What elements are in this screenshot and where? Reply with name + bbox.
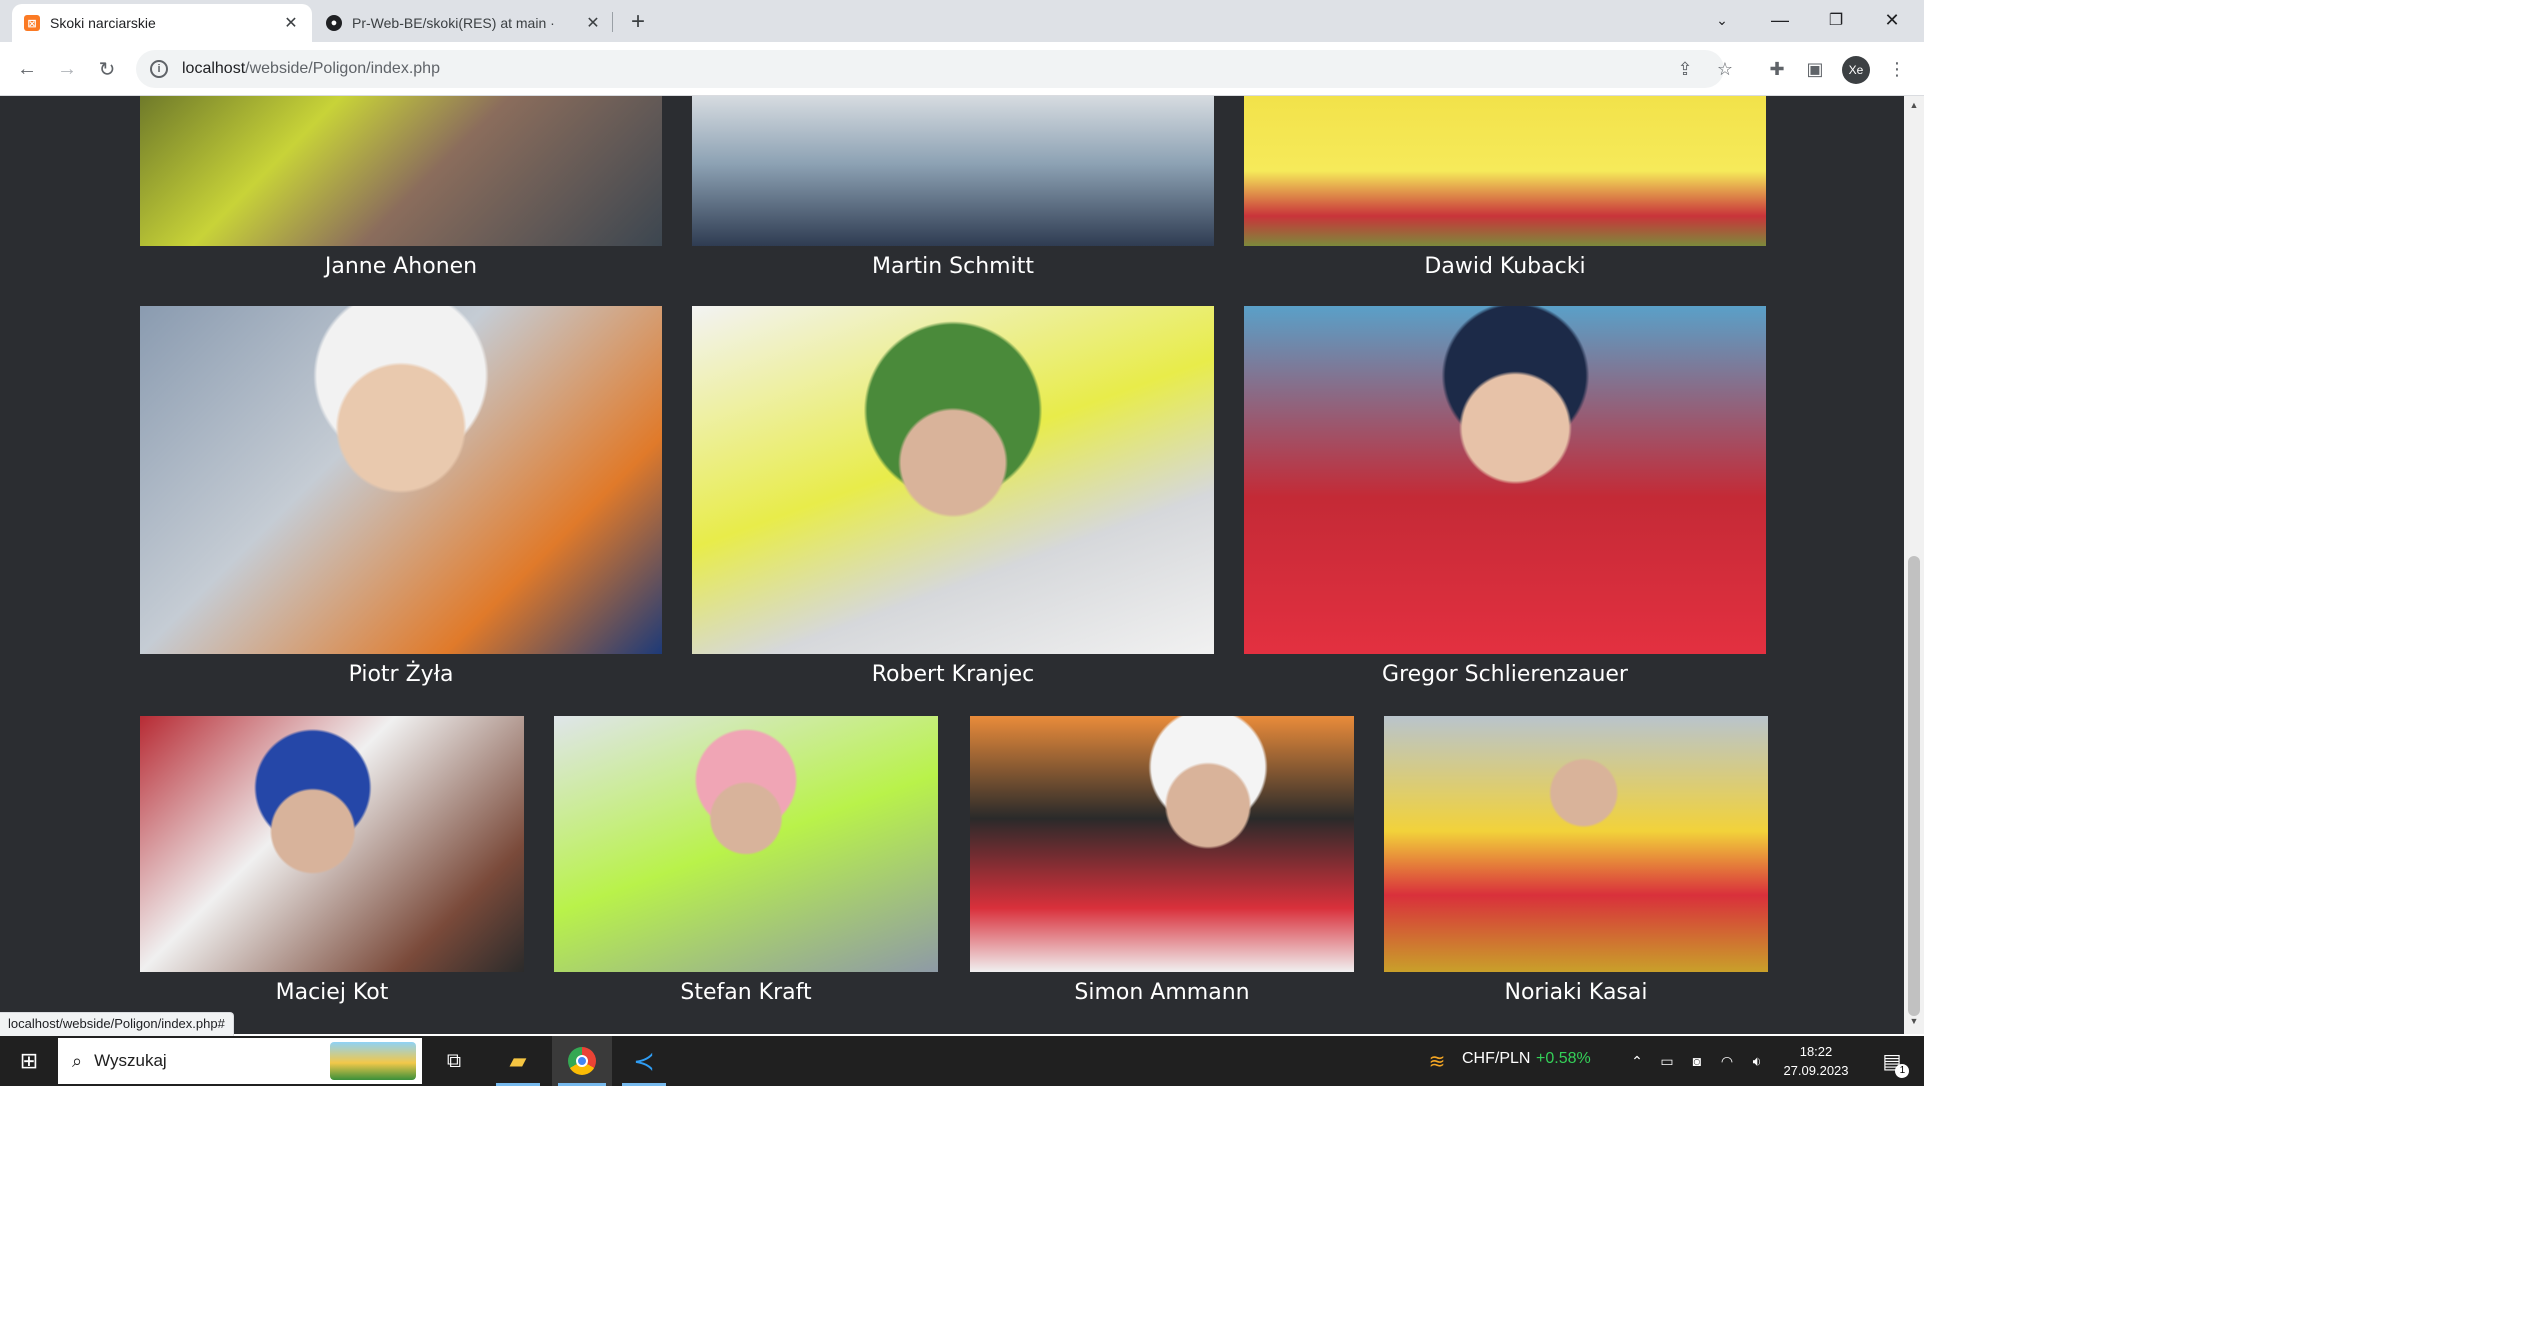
jumper-name: Janne Ahonen [324,254,478,279]
tab-search-chevron-icon[interactable]: ⌄ [1694,0,1750,40]
link-status-bubble: localhost/webside/Poligon/index.php# [0,1012,234,1036]
jumper-name: Robert Kranjec [871,662,1035,687]
forward-button[interactable]: → [52,54,82,84]
site-info-icon[interactable]: i [150,60,168,78]
bookmark-star-icon[interactable]: ☆ [1712,56,1738,82]
minimize-button[interactable]: — [1752,0,1808,40]
jumper-card[interactable]: Dawid Kubacki [1244,96,1766,296]
tab-title: Pr-Web-BE/skoki(RES) at main · [352,15,555,31]
wifi-icon[interactable]: ◠ [1714,1036,1740,1086]
jumper-card[interactable]: Stefan Kraft [554,716,938,1016]
screen: ⊠ Skoki narciarskie ✕ ● Pr-Web-BE/skoki(… [0,0,1924,1086]
jumper-card[interactable]: Maciej Kot [140,716,524,1016]
jumper-card[interactable]: Robert Kranjec [692,306,1214,687]
profile-avatar[interactable]: Xe [1842,56,1870,84]
new-tab-button[interactable]: + [624,8,652,36]
jumper-photo [970,716,1354,972]
close-window-button[interactable]: ✕ [1864,0,1920,40]
page-content: Janne Ahonen Martin Schmitt Dawid Kuback… [0,96,1904,1034]
tab-github[interactable]: ● Pr-Web-BE/skoki(RES) at main · ✕ [314,4,614,42]
jumper-photo [1384,716,1768,972]
file-explorer-icon[interactable]: ▰ [490,1036,546,1086]
system-clock[interactable]: 18:22 27.09.2023 [1776,1042,1856,1080]
tab-title: Skoki narciarskie [50,15,156,31]
jumper-card[interactable]: Piotr Żyła [140,306,662,687]
running-indicator [496,1083,540,1086]
scroll-thumb[interactable] [1908,556,1920,1016]
volume-icon[interactable]: 🔉︎ [1744,1036,1770,1086]
windows-taskbar: ⊞ ⌕ Wyszukaj ⧉ ▰ ≺ ≋ CHF/PLN +0.58% ⌃ ▭ … [0,1036,1924,1086]
chrome-icon [568,1047,596,1075]
jumper-photo [140,716,524,972]
jumper-name: Dawid Kubacki [1424,254,1586,279]
task-view-icon[interactable]: ⧉ [430,1036,478,1086]
jumper-card[interactable]: Gregor Schlierenzauer [1244,306,1766,687]
tab-strip: ⊠ Skoki narciarskie ✕ ● Pr-Web-BE/skoki(… [0,0,1924,42]
jumper-name: Noriaki Kasai [1504,980,1648,1005]
search-highlight-image [330,1042,416,1080]
clock-time: 18:22 [1799,1044,1833,1059]
side-panel-icon[interactable]: ▣ [1802,56,1828,82]
jumper-name: Simon Ammann [1074,980,1250,1005]
jumper-name: Stefan Kraft [680,980,812,1005]
vscode-icon[interactable]: ≺ [616,1036,672,1086]
battery-icon[interactable]: ▭ [1654,1036,1680,1086]
browser-toolbar: ← → ↻ i localhost/webside/Poligon/index.… [0,42,1924,96]
jumper-card[interactable]: Janne Ahonen [140,96,662,296]
page-scrollbar[interactable]: ▲ ▼ [1904,96,1924,1034]
jumper-name: Martin Schmitt [872,254,1034,279]
extensions-puzzle-icon[interactable]: ✚ [1764,56,1790,82]
jumper-photo [554,716,938,972]
search-icon: ⌕ [72,1050,83,1071]
share-icon[interactable]: ⇪ [1672,56,1698,82]
jumper-photo [1244,306,1766,654]
back-button[interactable]: ← [12,54,42,84]
jumper-photo [1244,96,1766,246]
taskbar-search-input[interactable]: ⌕ Wyszukaj [58,1038,422,1084]
jumper-photo [140,306,662,654]
close-tab-icon[interactable]: ✕ [584,14,602,32]
search-placeholder: Wyszukaj [94,1051,167,1070]
tab-separator [612,12,613,32]
currency-ticker-icon[interactable]: ≋ [1420,1036,1454,1086]
ticker-label[interactable]: CHF/PLN [1462,1050,1530,1068]
jumper-name: Piotr Żyła [348,662,454,687]
camera-icon[interactable]: ◙ [1684,1036,1710,1086]
restore-button[interactable]: ❐ [1808,0,1864,40]
url-path: /webside/Poligon/index.php [245,60,440,77]
scroll-up-arrow-icon[interactable]: ▲ [1909,100,1919,110]
jumper-photo [692,306,1214,654]
show-hidden-icons-chevron-icon[interactable]: ⌃ [1624,1036,1650,1086]
running-indicator [622,1083,666,1086]
running-indicator [558,1083,606,1086]
close-tab-icon[interactable]: ✕ [282,14,300,32]
notification-center-icon[interactable]: ▤ 1 [1868,1036,1916,1086]
scroll-down-arrow-icon[interactable]: ▼ [1909,1016,1919,1026]
jumper-card[interactable]: Martin Schmitt [692,96,1214,296]
jumper-card[interactable]: Simon Ammann [970,716,1354,1016]
menu-kebab-icon[interactable]: ⋮ [1884,56,1910,82]
github-icon: ● [326,15,342,31]
xampp-icon: ⊠ [24,15,40,31]
jumper-photo [692,96,1214,246]
address-bar[interactable]: i localhost/webside/Poligon/index.php [136,50,1724,88]
jumper-photo [140,96,662,246]
chrome-taskbar-button[interactable] [552,1036,612,1086]
notification-count: 1 [1895,1063,1910,1078]
jumper-name: Gregor Schlierenzauer [1382,662,1628,687]
tab-skoki[interactable]: ⊠ Skoki narciarskie ✕ [12,4,312,42]
reload-button[interactable]: ↻ [92,54,122,84]
clock-date: 27.09.2023 [1783,1063,1849,1078]
jumper-card[interactable]: Noriaki Kasai [1384,716,1768,1016]
ticker-change: +0.58% [1536,1050,1591,1067]
windows-start-icon[interactable]: ⊞ [0,1036,58,1086]
url-host: localhost [182,60,246,77]
jumper-name: Maciej Kot [275,980,389,1005]
